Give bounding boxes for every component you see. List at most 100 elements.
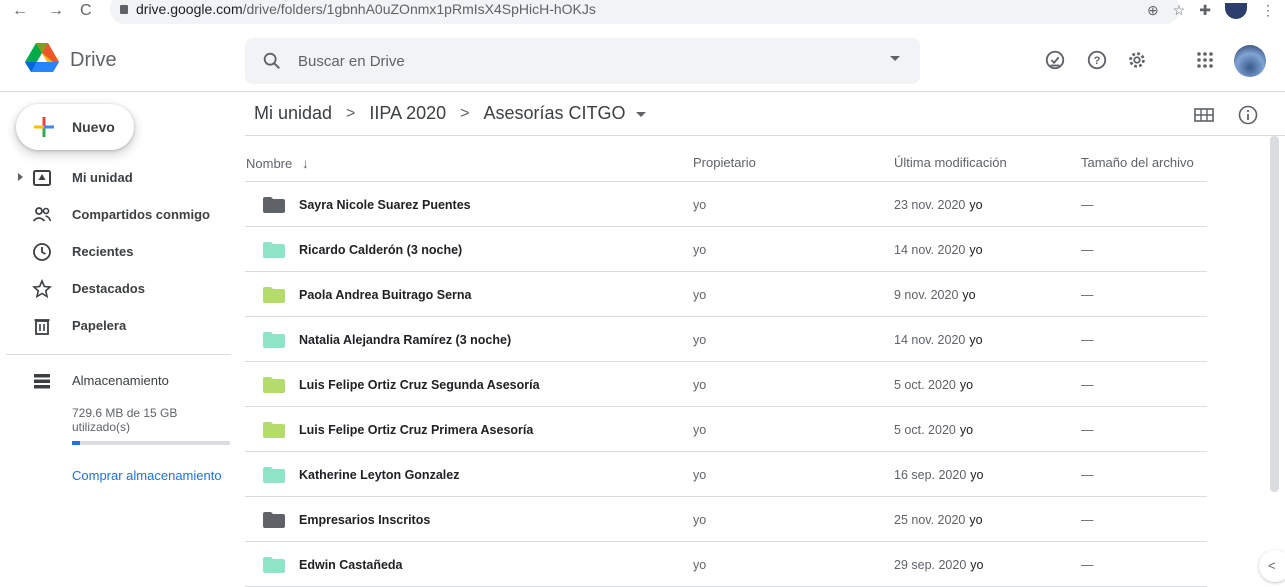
column-header-name-label: Nombre [246,156,293,171]
file-name[interactable]: Paola Andrea Buitrago Serna [299,288,472,302]
modified-date: 29 sep. 2020 [894,558,967,572]
column-header-owner[interactable]: Propietario [693,155,756,170]
breadcrumb-item[interactable]: Mi unidad [254,103,332,124]
storage-progress-fill [72,441,80,445]
offline-ready-icon[interactable] [1043,48,1067,72]
sidebar-item-label: Recientes [72,244,134,259]
sidebar-item-destacados[interactable]: Destacados [0,273,245,305]
file-size: — [1081,558,1094,572]
table-row[interactable]: Katherine Leyton Gonzalez yo 16 sep. 2020 y… [245,452,1207,497]
file-modified: 29 sep. 2020 yo [894,558,984,572]
browser-menu-icon[interactable]: ⋮ [1261,2,1275,19]
table-row[interactable]: Natalia Alejandra Ramírez (3 noche) yo 14 … [245,317,1207,362]
forward-button[interactable]: → [48,2,64,20]
table-row[interactable]: Paola Andrea Buitrago Serna yo 9 nov. 2020… [245,272,1207,317]
sidebar-item-recientes[interactable]: Recientes [0,236,245,268]
table-row[interactable]: Edwin Castañeda yo 29 sep. 2020 yo — [245,542,1207,587]
search-input[interactable]: Buscar en Drive [298,53,405,70]
sidebar-item-label: Compartidos conmigo [72,207,210,222]
modified-by: yo [959,423,974,437]
apps-grid-icon[interactable] [1193,48,1217,72]
modified-date: 23 nov. 2020 [894,198,966,212]
profile-avatar[interactable] [1225,2,1247,19]
search-icon[interactable] [261,50,283,72]
file-name[interactable]: Sayra Nicole Suarez Puentes [299,198,471,212]
file-name[interactable]: Empresarios Inscritos [299,513,430,527]
file-name[interactable]: Edwin Castañeda [299,558,403,572]
browser-toolbar: ← → C drive.google.com/drive/folders/1gb… [0,0,1285,28]
file-name[interactable]: Natalia Alejandra Ramírez (3 noche) [299,333,511,347]
file-owner: yo [693,198,707,212]
file-name[interactable]: Katherine Leyton Gonzalez [299,468,459,482]
sidebar-item-label: Mi unidad [72,170,133,185]
folder-icon [263,197,285,213]
address-bar[interactable]: drive.google.com/drive/folders/1gbnhA0uZ… [110,0,1180,24]
new-button[interactable]: Nuevo [16,104,134,150]
table-row[interactable]: Empresarios Inscritos yo 25 nov. 2020 yo — [245,497,1207,542]
browser-extensions: ⊕ ☆ ✚ ⋮ [1147,2,1275,19]
file-size: — [1081,378,1094,392]
trash-icon [34,319,50,335]
svg-text:?: ? [1094,55,1101,67]
info-icon[interactable] [1237,104,1259,126]
table-row[interactable]: Luis Felipe Ortiz Cruz Primera Asesoría y… [245,407,1207,452]
breadcrumb-current[interactable]: Asesorías CITGO [483,103,625,124]
column-header-size[interactable]: Tamaño del archivo [1081,155,1194,170]
grid-view-icon[interactable] [1193,104,1215,126]
table-row[interactable]: Sayra Nicole Suarez Puentes yo 23 nov. 202… [245,182,1207,227]
zoom-icon[interactable]: ⊕ [1147,2,1159,19]
sidebar-item-almacenamiento[interactable]: Almacenamiento [0,365,245,397]
file-name[interactable]: Ricardo Calderón (3 noche) [299,243,462,257]
extensions-icon[interactable]: ✚ [1199,2,1211,19]
drive-logo-icon[interactable] [24,42,60,74]
modified-by: yo [970,468,984,482]
column-header-modified[interactable]: Última modificación [894,155,1007,170]
url-host: drive.google.com [136,1,243,17]
lock-icon [120,4,128,14]
search-bar[interactable]: Buscar en Drive [245,38,920,84]
storage-usage-text: 729.6 MB de 15 GB utilizado(s) [72,406,178,434]
file-modified: 14 nov. 2020 yo [894,333,983,347]
folder-icon [263,242,285,258]
settings-gear-icon[interactable] [1125,48,1149,72]
sidebar-item-compartidos[interactable]: Compartidos conmigo [0,199,245,231]
file-modified: 23 nov. 2020 yo [894,198,983,212]
drive-icon [33,170,51,186]
modified-date: 9 nov. 2020 [894,288,959,302]
header-divider [245,135,1285,136]
drive-header: Drive Buscar en Drive ? [0,28,1285,92]
file-size: — [1081,198,1094,212]
file-modified: 25 nov. 2020 yo [894,513,983,527]
side-panel-toggle[interactable]: < [1259,550,1285,582]
modified-date: 14 nov. 2020 [894,243,966,257]
sidebar-divider [6,354,231,355]
reload-button[interactable]: C [80,2,92,20]
account-avatar[interactable] [1234,45,1266,77]
bookmark-star-icon[interactable]: ☆ [1173,2,1186,19]
table-row[interactable]: Luis Felipe Ortiz Cruz Segunda Asesoría y… [245,362,1207,407]
table-row[interactable]: Ricardo Calderón (3 noche) yo 14 nov. 2020… [245,227,1207,272]
column-header-name[interactable]: Nombre ↓ [246,155,309,171]
file-name[interactable]: Luis Felipe Ortiz Cruz Segunda Asesoría [299,378,540,392]
search-options-icon[interactable] [890,56,900,61]
buy-storage-link[interactable]: Comprar almacenamiento [72,468,222,483]
expand-arrow-icon[interactable] [18,173,23,181]
file-owner: yo [693,288,707,302]
modified-by: yo [969,513,983,527]
folder-icon [263,467,285,483]
file-modified: 16 sep. 2020 yo [894,468,984,482]
sidebar-item-mi-unidad[interactable]: Mi unidad [0,162,245,194]
folder-icon [263,377,285,393]
file-name[interactable]: Luis Felipe Ortiz Cruz Primera Asesoría [299,423,533,437]
breadcrumb-item[interactable]: IIPA 2020 [369,103,446,124]
folder-menu-caret-icon[interactable] [635,112,646,117]
storage-icon [34,374,50,389]
sort-arrow-down-icon[interactable]: ↓ [302,155,309,171]
scrollbar[interactable] [1270,136,1279,492]
modified-by: yo [969,333,983,347]
breadcrumb-separator: > [346,104,356,122]
drive-brand[interactable]: Drive [70,49,117,72]
back-button[interactable]: ← [12,2,28,20]
help-icon[interactable]: ? [1085,48,1109,72]
sidebar-item-papelera[interactable]: Papelera [0,310,245,342]
